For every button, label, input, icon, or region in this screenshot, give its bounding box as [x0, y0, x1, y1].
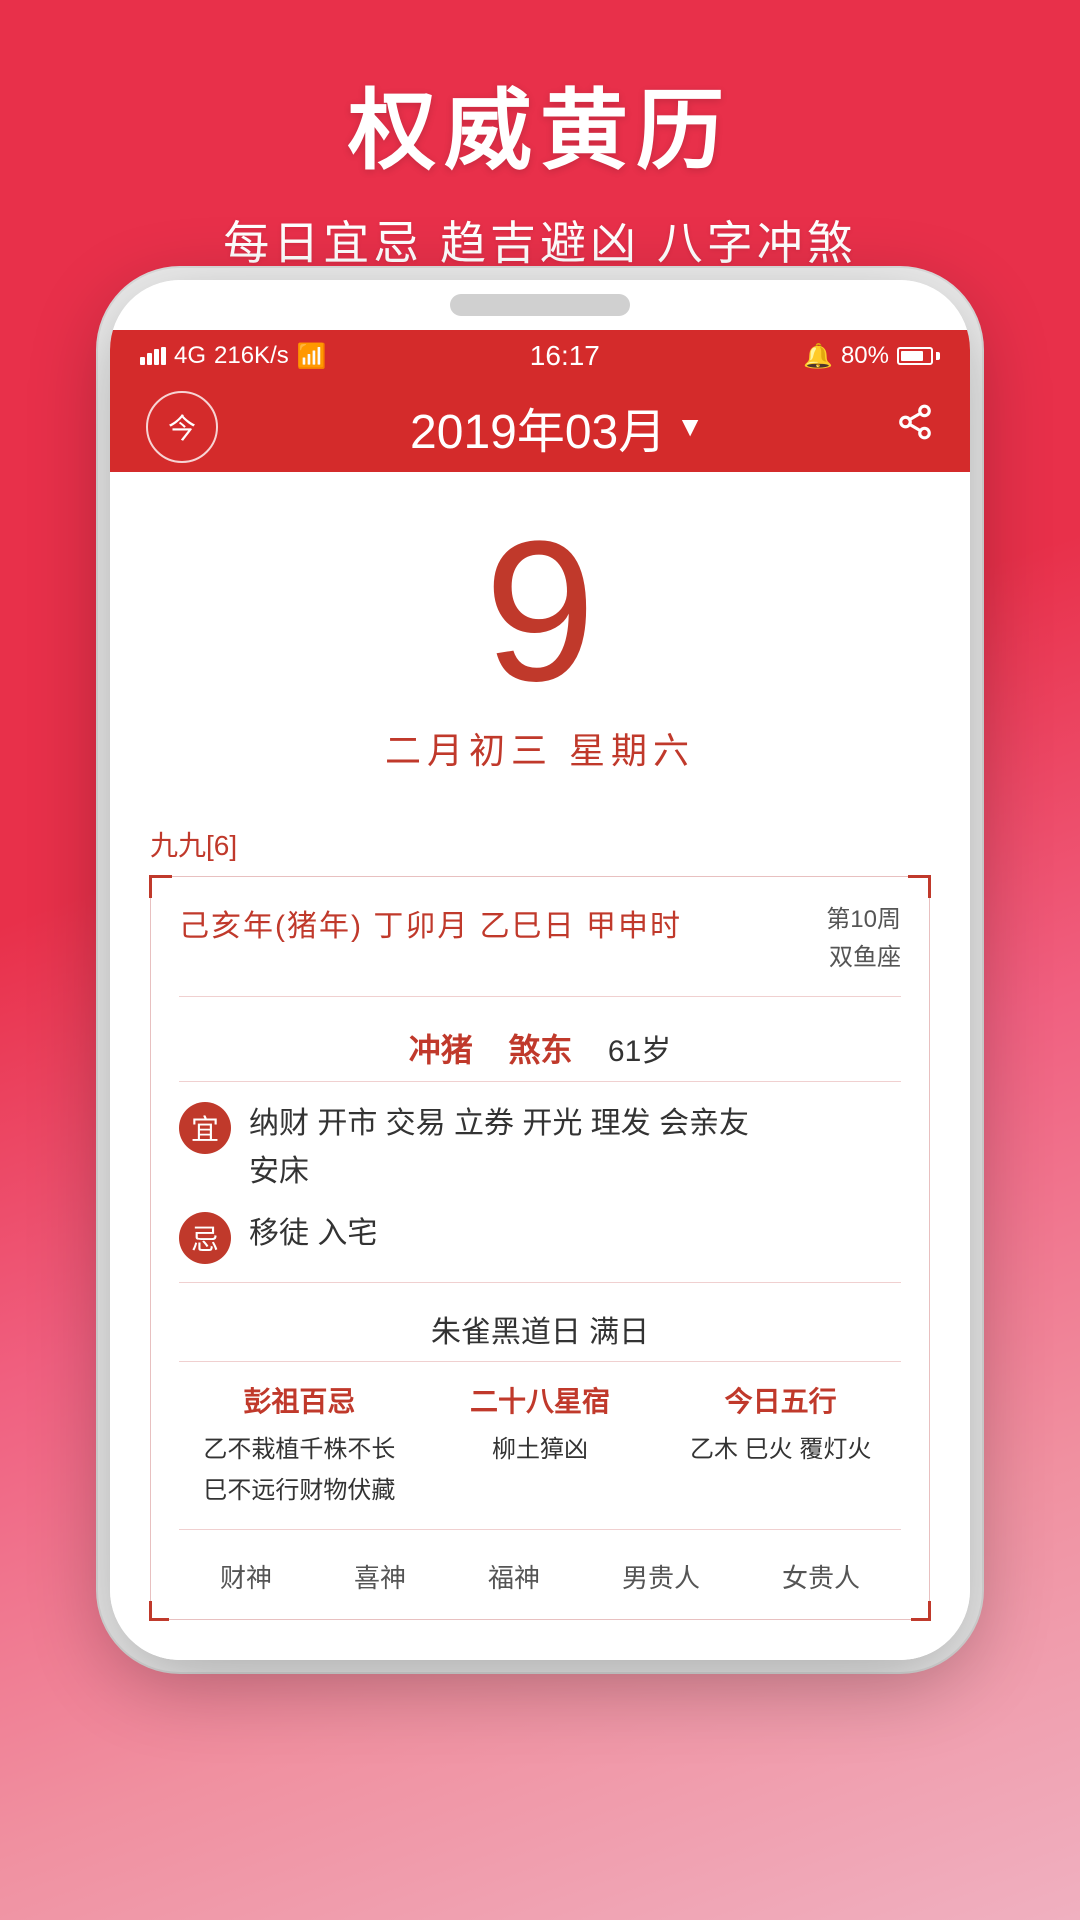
big-day: 9 [150, 512, 930, 712]
god-caisheng: 财神 [220, 1558, 272, 1595]
ji-row: 忌 移徒 入宅 [179, 1210, 901, 1264]
lunar-date: 二月初三 星期六 [150, 722, 930, 774]
card-corner-bl [149, 1601, 169, 1621]
info-card: 己亥年(猪年) 丁卯月 乙巳日 甲申时 第10周 双鱼座 冲猪 煞东 61岁 [150, 876, 930, 1620]
nav-bar: 今 2019年03月 ▼ [110, 382, 970, 472]
week-text: 第10周 [826, 901, 901, 939]
card-corner-br [911, 1601, 931, 1621]
date-display: 9 二月初三 星期六 [150, 472, 930, 794]
col1-content: 乙不栽植千株不长巳不远行财物伏藏 [179, 1430, 420, 1512]
status-bar: 4G 216K/s 📶 16:17 🔔 80% [110, 330, 970, 382]
col3-title: 今日五行 [660, 1380, 901, 1420]
col1: 彭祖百忌 乙不栽植千株不长巳不远行财物伏藏 [179, 1380, 420, 1512]
dropdown-arrow-icon: ▼ [676, 411, 704, 443]
footer-gods: 财神 喜神 福神 男贵人 女贵人 [179, 1548, 901, 1595]
col2-content: 柳土獐凶 [420, 1430, 661, 1471]
chong-sha-row: 冲猪 煞东 61岁 [179, 1015, 901, 1082]
status-right: 🔔 80% [803, 342, 940, 371]
god-xisheng: 喜神 [354, 1558, 406, 1595]
yi-content: 纳财 开市 交易 立券 开光 理发 会亲友安床 [249, 1100, 749, 1196]
bottom-three-cols: 彭祖百忌 乙不栽植千株不长巳不远行财物伏藏 二十八星宿 柳土獐凶 今日五行 乙木… [179, 1380, 901, 1531]
phone-top-bar [110, 280, 970, 330]
jiu-label: 九九[6] [150, 824, 930, 864]
month-title[interactable]: 2019年03月 ▼ [410, 392, 704, 462]
main-content: 9 二月初三 星期六 九九[6] 己亥年(猪年) 丁卯月 乙巳日 甲申时 第10… [110, 472, 970, 1660]
god-nanguiren: 男贵人 [622, 1558, 700, 1595]
signal-icon [140, 347, 166, 365]
god-nvguiren: 女贵人 [782, 1558, 860, 1595]
today-label: 今 [168, 407, 196, 447]
today-button[interactable]: 今 [146, 391, 218, 463]
zhuque-row: 朱雀黑道日 满日 [179, 1297, 901, 1362]
ganzhi-text: 己亥年(猪年) 丁卯月 乙巳日 甲申时 [179, 901, 682, 945]
ganzhi-row: 己亥年(猪年) 丁卯月 乙巳日 甲申时 第10周 双鱼座 [179, 901, 901, 997]
status-left: 4G 216K/s 📶 [140, 342, 327, 371]
app-subtitle: 每日宜忌 趋吉避凶 八字冲煞 [0, 207, 1080, 273]
zodiac-text: 双鱼座 [826, 939, 901, 977]
calendar-info: 九九[6] 己亥年(猪年) 丁卯月 乙巳日 甲申时 第10周 双鱼座 冲猪 [150, 824, 930, 1620]
speaker [450, 294, 630, 316]
god-fusheng: 福神 [488, 1558, 540, 1595]
battery-percent: 80% [841, 342, 889, 370]
wifi-icon: 📶 [297, 342, 327, 371]
col3-content: 乙木 巳火 覆灯火 [660, 1430, 901, 1471]
month-text: 2019年03月 [410, 392, 666, 462]
yi-ji-section: 宜 纳财 开市 交易 立券 开光 理发 会亲友安床 忌 移徒 入宅 [179, 1100, 901, 1264]
share-button[interactable] [896, 403, 934, 451]
age-label: 61岁 [608, 1035, 671, 1068]
battery-icon [897, 347, 940, 365]
yi-badge: 宜 [179, 1102, 231, 1154]
ji-badge: 忌 [179, 1212, 231, 1264]
col2-title: 二十八星宿 [420, 1380, 661, 1420]
col2: 二十八星宿 柳土獐凶 [420, 1380, 661, 1512]
divider1 [179, 1282, 901, 1283]
speed-label: 216K/s [214, 342, 289, 370]
app-title: 权威黄历 [0, 60, 1080, 187]
chong-label: 冲猪 [409, 1032, 473, 1068]
signal-label: 4G [174, 342, 206, 370]
ji-content: 移徒 入宅 [249, 1210, 377, 1258]
bottom-fade [110, 1620, 970, 1660]
alarm-icon: 🔔 [803, 342, 833, 371]
sha-label: 煞东 [508, 1032, 572, 1068]
phone-frame: 4G 216K/s 📶 16:17 🔔 80% 今 2019年03月 ▼ [110, 280, 970, 1660]
yi-row: 宜 纳财 开市 交易 立券 开光 理发 会亲友安床 [179, 1100, 901, 1196]
status-time: 16:17 [530, 340, 600, 372]
col1-title: 彭祖百忌 [179, 1380, 420, 1420]
week-zodiac: 第10周 双鱼座 [826, 901, 901, 978]
col3: 今日五行 乙木 巳火 覆灯火 [660, 1380, 901, 1512]
